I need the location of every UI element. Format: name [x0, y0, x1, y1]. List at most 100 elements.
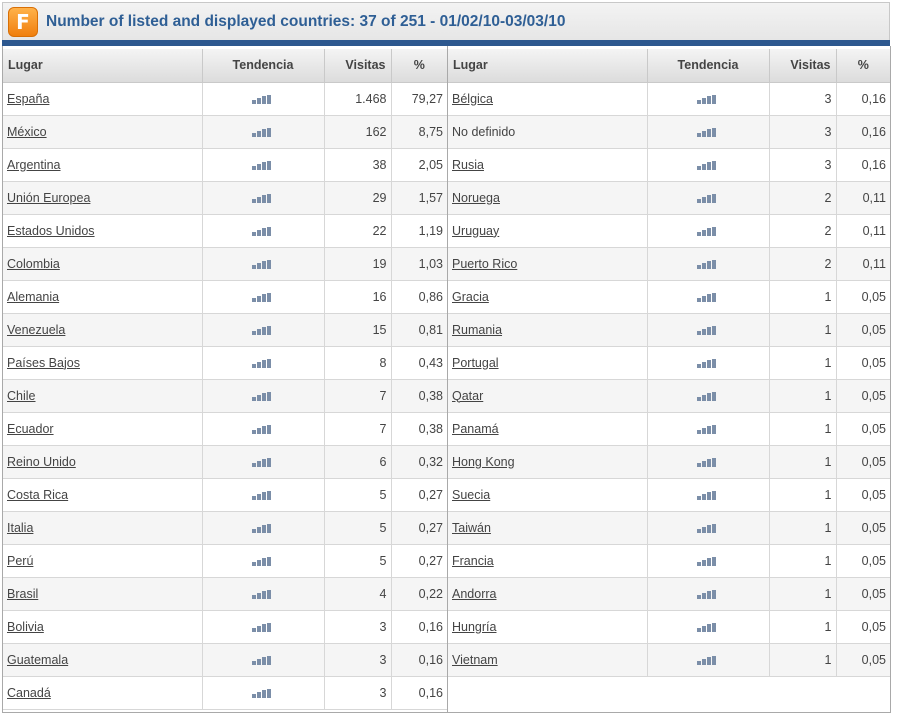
- place-cell: Alemania: [3, 280, 203, 314]
- country-link[interactable]: Andorra: [452, 587, 496, 601]
- trend-bars-icon[interactable]: [697, 554, 719, 568]
- country-link[interactable]: Alemania: [7, 290, 59, 304]
- trend-bars-icon[interactable]: [252, 686, 274, 700]
- country-link[interactable]: Costa Rica: [7, 488, 68, 502]
- trend-cell: [647, 247, 770, 281]
- trend-bars-icon[interactable]: [697, 620, 719, 634]
- trend-bars-icon[interactable]: [697, 653, 719, 667]
- percent-cell: 0,16: [836, 82, 890, 116]
- country-link[interactable]: Taiwán: [452, 521, 491, 535]
- country-link[interactable]: Rumania: [452, 323, 502, 337]
- column-header-place[interactable]: Lugar: [448, 49, 648, 83]
- logo-letter: F: [16, 10, 30, 34]
- country-link[interactable]: Venezuela: [7, 323, 65, 337]
- trend-bars-icon[interactable]: [252, 587, 274, 601]
- country-link[interactable]: Canadá: [7, 686, 51, 700]
- column-header-visits[interactable]: Visitas: [769, 49, 837, 83]
- trend-bars-icon[interactable]: [252, 323, 274, 337]
- trend-bars-icon[interactable]: [697, 488, 719, 502]
- country-link[interactable]: Reino Unido: [7, 455, 76, 469]
- column-header-visits[interactable]: Visitas: [324, 49, 392, 83]
- country-link[interactable]: Italia: [7, 521, 33, 535]
- trend-bars-icon[interactable]: [697, 224, 719, 238]
- country-link[interactable]: Ecuador: [7, 422, 54, 436]
- trend-bars-icon[interactable]: [697, 257, 719, 271]
- trend-bars-icon[interactable]: [697, 521, 719, 535]
- trend-bars-icon[interactable]: [697, 125, 719, 139]
- country-link[interactable]: Bélgica: [452, 92, 493, 106]
- country-link[interactable]: Puerto Rico: [452, 257, 517, 271]
- table-row: Hungría 1 0,05: [448, 610, 890, 644]
- table-row: No definido 3 0,16: [448, 115, 890, 149]
- country-link[interactable]: Suecia: [452, 488, 490, 502]
- column-header-percent[interactable]: %: [836, 49, 890, 83]
- trend-cell: [647, 214, 770, 248]
- percent-cell: 0,27: [391, 478, 447, 512]
- country-link[interactable]: México: [7, 125, 47, 139]
- trend-bars-icon[interactable]: [252, 422, 274, 436]
- trend-bars-icon[interactable]: [697, 92, 719, 106]
- country-link[interactable]: Hong Kong: [452, 455, 515, 469]
- country-link[interactable]: Perú: [7, 554, 33, 568]
- trend-bars-icon[interactable]: [697, 389, 719, 403]
- trend-bars-icon[interactable]: [252, 257, 274, 271]
- trend-bars-icon[interactable]: [252, 290, 274, 304]
- table-row: Puerto Rico 2 0,11: [448, 247, 890, 281]
- f-logo-icon[interactable]: F: [8, 7, 38, 37]
- trend-bars-icon[interactable]: [252, 389, 274, 403]
- country-link[interactable]: Guatemala: [7, 653, 68, 667]
- trend-bars-icon[interactable]: [252, 488, 274, 502]
- trend-bars-icon[interactable]: [697, 455, 719, 469]
- country-link[interactable]: Francia: [452, 554, 494, 568]
- country-link[interactable]: Brasil: [7, 587, 38, 601]
- country-link[interactable]: Noruega: [452, 191, 500, 205]
- trend-bars-icon[interactable]: [252, 455, 274, 469]
- trend-bars-icon[interactable]: [252, 356, 274, 370]
- trend-bars-icon[interactable]: [252, 653, 274, 667]
- country-link[interactable]: Vietnam: [452, 653, 498, 667]
- trend-bars-icon[interactable]: [697, 356, 719, 370]
- place-cell: Panamá: [448, 412, 648, 446]
- column-header-place[interactable]: Lugar: [3, 49, 203, 83]
- trend-bars-icon[interactable]: [252, 92, 274, 106]
- trend-bars-icon[interactable]: [252, 554, 274, 568]
- trend-bars-icon[interactable]: [697, 158, 719, 172]
- column-header-trend[interactable]: Tendencia: [647, 49, 770, 83]
- trend-bars-icon[interactable]: [252, 191, 274, 205]
- trend-bars-icon[interactable]: [697, 290, 719, 304]
- country-link[interactable]: Uruguay: [452, 224, 499, 238]
- column-header-trend[interactable]: Tendencia: [202, 49, 325, 83]
- trend-bars-icon[interactable]: [252, 158, 274, 172]
- visits-cell: 6: [324, 445, 392, 479]
- country-link[interactable]: Argentina: [7, 158, 61, 172]
- table-row: Rusia 3 0,16: [448, 148, 890, 182]
- column-header-percent[interactable]: %: [391, 49, 447, 83]
- country-link[interactable]: Qatar: [452, 389, 483, 403]
- trend-bars-icon[interactable]: [252, 224, 274, 238]
- trend-bars-icon[interactable]: [697, 587, 719, 601]
- trend-bars-icon[interactable]: [252, 620, 274, 634]
- country-link[interactable]: Unión Europea: [7, 191, 90, 205]
- country-link[interactable]: Bolivia: [7, 620, 44, 634]
- table-row: Colombia 19 1,03: [3, 247, 447, 281]
- country-link[interactable]: Colombia: [7, 257, 60, 271]
- country-link[interactable]: Hungría: [452, 620, 496, 634]
- trend-bars-icon[interactable]: [252, 521, 274, 535]
- country-link[interactable]: Países Bajos: [7, 356, 80, 370]
- percent-cell: 0,16: [836, 148, 890, 182]
- country-link[interactable]: Estados Unidos: [7, 224, 95, 238]
- country-link[interactable]: Panamá: [452, 422, 499, 436]
- table-row: Perú 5 0,27: [3, 544, 447, 578]
- country-link[interactable]: Rusia: [452, 158, 484, 172]
- trend-bars-icon[interactable]: [697, 191, 719, 205]
- country-link[interactable]: Chile: [7, 389, 36, 403]
- table-row: Hong Kong 1 0,05: [448, 445, 890, 479]
- place-cell: Venezuela: [3, 313, 203, 347]
- country-link[interactable]: España: [7, 92, 49, 106]
- country-link[interactable]: Gracia: [452, 290, 489, 304]
- trend-bars-icon[interactable]: [697, 323, 719, 337]
- visits-cell: 8: [324, 346, 392, 380]
- trend-bars-icon[interactable]: [252, 125, 274, 139]
- country-link[interactable]: Portugal: [452, 356, 499, 370]
- trend-bars-icon[interactable]: [697, 422, 719, 436]
